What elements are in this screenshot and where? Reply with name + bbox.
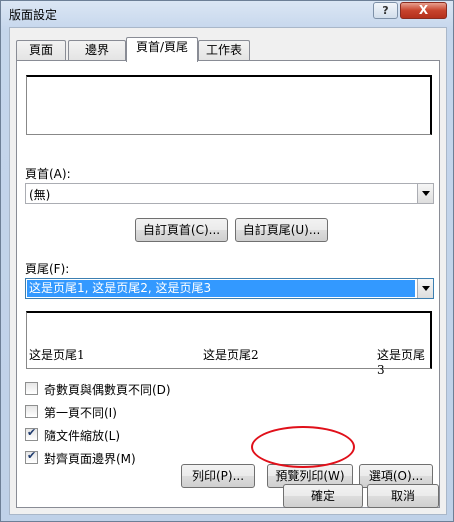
tab-sheet[interactable]: 工作表 [198, 40, 250, 61]
tab-panel-header-footer: 頁首(A): (無) 自訂頁首(C)... 自訂頁尾(U)... 頁尾(F): … [16, 60, 440, 508]
chevron-down-icon[interactable] [417, 279, 433, 298]
footer-preview-center: 这是页尾2 [203, 348, 259, 362]
tab-header-footer[interactable]: 頁首/頁尾 [126, 37, 198, 62]
footer-preview-left: 这是页尾1 [29, 348, 85, 362]
cancel-button[interactable]: 取消 [367, 484, 439, 508]
tab-page[interactable]: 頁面 [16, 40, 66, 61]
checkbox-label: 對齊頁面邊界(M) [44, 452, 136, 466]
footer-preview-right: 这是页尾3 [377, 348, 426, 377]
footer-preview: 这是页尾1 这是页尾2 这是页尾3 [26, 311, 432, 377]
custom-header-button[interactable]: 自訂頁首(C)... [135, 218, 228, 242]
footer-label: 頁尾(F): [25, 262, 70, 276]
custom-footer-button[interactable]: 自訂頁尾(U)... [235, 218, 328, 242]
header-preview [26, 75, 432, 135]
header-value: (無) [29, 188, 51, 202]
tab-strip: 頁面 邊界 頁首/頁尾 工作表 [16, 37, 436, 62]
ok-button[interactable]: 確定 [283, 484, 363, 508]
header-dropdown[interactable]: (無) [25, 183, 434, 204]
dialog-body: 頁面 邊界 頁首/頁尾 工作表 頁首(A): (無) 自訂頁首(C)... 自訂… [9, 27, 447, 515]
checkbox-label: 奇數頁與偶數頁不同(D) [44, 383, 171, 397]
title-bar[interactable]: 版面設定 ? X [1, 1, 454, 27]
checkbox-box[interactable] [25, 405, 38, 418]
header-label: 頁首(A): [25, 167, 71, 181]
checkbox-box[interactable] [25, 449, 38, 464]
checkbox-label: 第一頁不同(I) [44, 406, 117, 420]
footer-dropdown[interactable]: 这是页尾1, 这是页尾2, 这是页尾3 [25, 278, 434, 299]
chevron-down-icon[interactable] [417, 184, 433, 203]
checkbox-box[interactable] [25, 426, 38, 441]
checkbox-box[interactable] [25, 382, 38, 395]
page-setup-dialog: 版面設定 ? X 頁面 邊界 頁首/頁尾 工作表 頁首(A): (無) 自訂頁首… [0, 0, 454, 522]
dialog-title: 版面設定 [9, 8, 58, 22]
close-button[interactable]: X [400, 2, 447, 19]
checkbox-label: 隨文件縮放(L) [44, 429, 121, 443]
print-button[interactable]: 列印(P)... [181, 464, 255, 488]
footer-value: 这是页尾1, 这是页尾2, 这是页尾3 [27, 280, 415, 297]
tab-margins[interactable]: 邊界 [68, 40, 126, 61]
help-button[interactable]: ? [373, 2, 398, 19]
